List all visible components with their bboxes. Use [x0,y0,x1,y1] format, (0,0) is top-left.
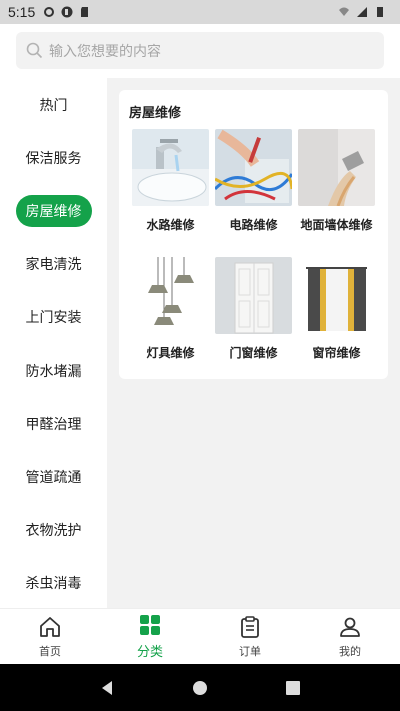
sidebar-item-label: 甲醛治理 [25,416,82,433]
tile-label: 门窗维修 [229,346,278,360]
curtain-image [298,257,375,334]
tab-label: 我的 [339,644,361,658]
battery-icon [377,7,383,17]
tile-label: 灯具维修 [146,346,195,360]
tile-plumbing-repair[interactable]: 水路维修 [129,129,212,233]
section-title: 房屋维修 [129,106,182,121]
tab-category[interactable]: 分类 [100,609,200,664]
status-bar: 5:15 [0,0,400,24]
settings-gear-icon [44,7,55,17]
tile-lighting-repair[interactable]: 灯具维修 [129,257,212,361]
sidebar-item-installation[interactable]: 上门安装 [0,291,107,344]
sidebar-item-appliance-cleaning[interactable]: 家电清洗 [0,238,107,291]
bottom-tab-bar: 首页 分类 订单 我的 [0,608,400,664]
sidebar-item-label: 上门安装 [25,310,82,327]
tile-label: 地面墙体维修 [300,218,373,232]
sidebar-item-label: 防水堵漏 [25,363,82,380]
sidebar-item-label: 杀虫消毒 [25,576,82,593]
wiring-image [215,129,292,206]
tile-label: 电路维修 [229,218,278,232]
tile-curtain-repair[interactable]: 窗帘维修 [295,257,378,361]
tab-profile[interactable]: 我的 [300,609,400,664]
pendant-lamp-image [132,257,209,334]
home-circle-icon[interactable] [192,680,208,696]
tile-label: 水路维修 [146,218,195,232]
tab-label: 首页 [39,644,61,658]
sidebar-item-label: 热门 [39,97,68,114]
subcategory-grid: 水路维修 电路维修 地面墙体维修 灯具维修 门窗维修 窗帘维修 [129,129,378,361]
sidebar-item-pest-control[interactable]: 杀虫消毒 [0,557,107,610]
recents-icon[interactable] [285,680,301,696]
subcategory-card: 房屋维修 水路维修 电路维修 地面墙体维修 灯具维修 门窗维修 窗帘维修 [119,90,388,379]
faucet-image [132,129,209,206]
sidebar-item-formaldehyde[interactable]: 甲醛治理 [0,397,107,450]
user-icon [340,617,360,637]
sd-card-icon [81,7,89,17]
sidebar-item-label: 房屋维修 [15,194,92,227]
search-bar-container: 输入您想要的内容 [0,24,400,78]
cell-signal-icon [357,7,367,17]
sidebar-item-hot[interactable]: 热门 [0,78,107,131]
system-nav-bar [0,664,400,711]
door-image [215,257,292,334]
wall-paint-image [298,129,375,206]
tile-electrical-repair[interactable]: 电路维修 [212,129,295,233]
sidebar-item-laundry[interactable]: 衣物洗护 [0,504,107,557]
sidebar-item-cleaning[interactable]: 保洁服务 [0,131,107,184]
app-notification-icon [61,6,73,18]
wifi-off-icon [339,7,349,16]
sidebar-item-pipe-dredging[interactable]: 管道疏通 [0,450,107,503]
sidebar-item-house-repair[interactable]: 房屋维修 [0,184,107,237]
tab-orders[interactable]: 订单 [200,609,300,664]
tile-label: 窗帘维修 [312,346,361,360]
tab-label: 分类 [136,645,163,660]
sidebar-item-label: 管道疏通 [25,469,82,486]
search-icon [26,42,43,59]
search-placeholder: 输入您想要的内容 [49,43,161,60]
category-content: 房屋维修 水路维修 电路维修 地面墙体维修 灯具维修 门窗维修 窗帘维修 [107,78,400,608]
home-icon [40,616,60,637]
sidebar-item-label: 衣物洗护 [25,523,82,540]
tab-home[interactable]: 首页 [0,609,100,664]
tile-floor-wall-repair[interactable]: 地面墙体维修 [295,129,378,233]
search-input[interactable]: 输入您想要的内容 [16,32,384,69]
status-time: 5:15 [8,4,36,20]
sidebar-item-waterproofing[interactable]: 防水堵漏 [0,344,107,397]
tile-door-window-repair[interactable]: 门窗维修 [212,257,295,361]
category-sidebar: 热门 保洁服务 房屋维修 家电清洗 上门安装 防水堵漏 甲醛治理 管道疏通 衣物… [0,78,107,608]
sidebar-item-label: 家电清洗 [25,257,82,274]
grid-icon [140,615,160,635]
sidebar-item-label: 保洁服务 [25,150,82,167]
back-icon[interactable] [99,680,115,696]
tab-label: 订单 [239,644,261,658]
clipboard-icon [241,615,259,638]
